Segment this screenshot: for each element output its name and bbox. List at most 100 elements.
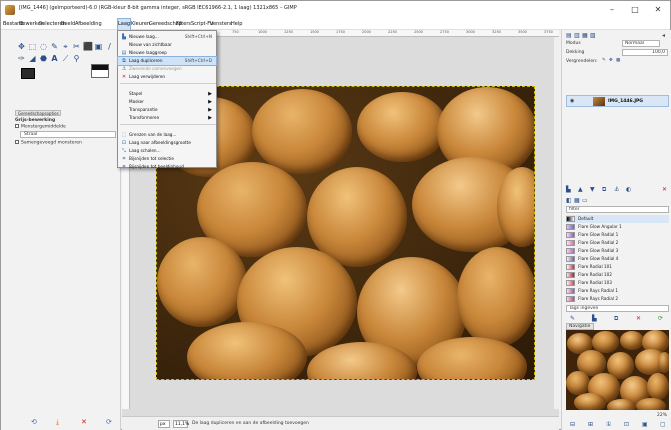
gradient-item[interactable]: Flare Glow Radial 3	[566, 247, 669, 255]
navigator-preview[interactable]	[566, 330, 669, 410]
checkbox-icon[interactable]	[15, 124, 19, 128]
menu-item[interactable]: ⤡ Laag schalen...	[118, 147, 216, 155]
smudge-tool-icon[interactable]: ◢	[28, 54, 37, 63]
menu-item[interactable]: ▙ Nieuwe laag... Shift+Ctrl+N	[118, 33, 216, 41]
maximize-button[interactable]: □	[624, 3, 646, 17]
tags-field[interactable]: Tags ingeven	[566, 305, 669, 312]
submenu-item[interactable]: Masker ▶	[118, 98, 216, 106]
refresh-gradient-icon[interactable]: ⟳	[658, 315, 663, 322]
menu-vensters[interactable]: Vensters	[210, 21, 232, 27]
restore-options-icon[interactable]: ⤓	[56, 418, 59, 427]
zoom-out-icon[interactable]: ⊟	[570, 421, 575, 428]
visibility-eye-icon[interactable]: ◉	[570, 98, 574, 104]
menu-item[interactable]: ⌗ Bijsnijden tot selectie	[118, 155, 216, 163]
delete-layer-icon[interactable]: ✕	[662, 186, 667, 193]
delete-gradient-icon[interactable]: ✕	[636, 315, 641, 322]
gradient-item[interactable]: Default	[566, 215, 669, 223]
submenu-item[interactable]: Stapel ▶	[118, 90, 216, 98]
shrink-wrap-icon[interactable]: ▣	[642, 421, 648, 428]
menu-laag[interactable]: Laag	[116, 18, 132, 31]
menu-filters[interactable]: Filters	[176, 21, 191, 27]
foreground-color-swatch[interactable]	[21, 68, 35, 79]
close-button[interactable]: ✕	[647, 3, 669, 17]
menu-item[interactable]: ⧉ Laag dupliceren Shift+Ctrl+D	[117, 56, 217, 66]
menu-afbeelding[interactable]: Afbeelding	[75, 21, 102, 27]
menu-item[interactable]: ⚓ Zwevende samenvoegen	[118, 65, 216, 73]
zoom-100-icon[interactable]: ①	[606, 421, 611, 428]
duplicate-layer-icon[interactable]: ⧉	[602, 186, 606, 194]
patterns-tab-icon[interactable]: ▦	[574, 197, 580, 204]
gradient-item[interactable]: Flare Radial 103	[566, 279, 669, 287]
new-gradient-icon[interactable]: ▙	[592, 315, 597, 322]
checkbox-icon[interactable]	[15, 140, 19, 144]
sample-merged-option[interactable]: Samengevoegd monsteren	[15, 140, 82, 146]
brushes-tab-icon[interactable]: ◧	[566, 197, 572, 204]
vertical-scrollbar[interactable]	[554, 37, 559, 409]
active-brush-preview[interactable]	[91, 64, 109, 78]
raise-layer-icon[interactable]: ▲	[578, 186, 583, 193]
rect-select-tool-icon[interactable]: ⬚	[28, 42, 37, 51]
gradient-item[interactable]: Flare Radial 102	[566, 271, 669, 279]
delete-options-icon[interactable]: ✕	[81, 418, 87, 426]
layers-tab-icon[interactable]: ▤	[566, 32, 572, 39]
zoom-tool-icon[interactable]: ⚲	[72, 54, 81, 63]
fill-window-icon[interactable]: ▢	[660, 421, 666, 428]
color-picker-tool-icon[interactable]: ⌖	[61, 42, 70, 51]
scissors-tool-icon[interactable]: ✂	[72, 42, 81, 51]
gradient-item[interactable]: Flare Glow Radial 4	[566, 255, 669, 263]
path-tool-icon[interactable]: ⟋	[61, 54, 70, 63]
menu-item[interactable]: ⊡ Laag naar afbeeldingsgrootte	[118, 139, 216, 147]
undo-tab-icon[interactable]: ▧	[590, 32, 596, 39]
tab-tool-options[interactable]: Gereedschapsopties	[15, 110, 61, 116]
menu-item[interactable]: ⬚ Grenzen van de laag...	[118, 131, 216, 139]
menu-help[interactable]: Help	[231, 21, 242, 27]
text-tool-icon[interactable]: A	[50, 54, 59, 63]
channels-tab-icon[interactable]: ▥	[574, 32, 580, 39]
pencil-tool-icon[interactable]: /	[105, 42, 114, 51]
menu-item[interactable]: Nieuw van zichtbaar	[118, 41, 216, 49]
menu-beeld[interactable]: Beeld	[61, 21, 75, 27]
edit-gradient-icon[interactable]: ✎	[570, 315, 575, 322]
sample-average-option[interactable]: Monstergemiddelde	[15, 124, 66, 130]
paths-tab-icon[interactable]: ▦	[582, 32, 588, 39]
lock-alpha-icon[interactable]: ▩	[616, 58, 620, 63]
anchor-layer-icon[interactable]: ⚓	[614, 186, 619, 193]
menu-item[interactable]: ✕ Laag verwijderen	[118, 73, 216, 81]
gradient-item[interactable]: Flare Glow Radial 1	[566, 231, 669, 239]
gradient-filter-field[interactable]: filter	[566, 206, 669, 213]
mode-select[interactable]: Normaal	[622, 40, 660, 47]
submenu-item[interactable]: Transformeren ▶	[118, 114, 216, 122]
duplicate-gradient-icon[interactable]: ⧉	[614, 315, 618, 323]
paint-tool-icon[interactable]: ✎	[50, 42, 59, 51]
zoom-in-icon[interactable]: ⊞	[588, 421, 593, 428]
gradients-tab-icon[interactable]: ▭	[582, 197, 588, 204]
menu-kleuren[interactable]: Kleuren	[131, 21, 150, 27]
menu-item[interactable]: ⌗ Bijsnijden tot beeldinhoud	[118, 163, 216, 171]
gradient-item[interactable]: Flare Glow Angular 1	[566, 223, 669, 231]
menu-item[interactable]: ▤ Nieuwe laaggroep	[118, 49, 216, 57]
zoom-select[interactable]: 11,1%	[173, 420, 189, 428]
gradient-item[interactable]: Flare Glow Radial 2	[566, 239, 669, 247]
lasso-tool-icon[interactable]: ◌	[39, 42, 48, 51]
radius-select[interactable]: Straal	[20, 131, 116, 138]
crop-tool-icon[interactable]: ▣	[94, 42, 103, 51]
gradient-item[interactable]: Flare Radial 101	[566, 263, 669, 271]
minimize-button[interactable]: –	[601, 3, 623, 17]
mask-layer-icon[interactable]: ◐	[626, 186, 631, 193]
move-tool-icon[interactable]: ✥	[17, 42, 26, 51]
lower-layer-icon[interactable]: ▼	[590, 186, 595, 193]
reset-options-icon[interactable]: ⟳	[106, 418, 112, 426]
dock-menu-icon[interactable]: ◂	[662, 32, 665, 39]
lock-position-icon[interactable]: ✥	[609, 58, 613, 63]
layer-row[interactable]: ◉ IMG_1446.JPG	[566, 95, 669, 107]
unit-select[interactable]: px	[158, 420, 170, 428]
tab-navigator[interactable]: Navigatie	[566, 323, 594, 330]
gradient-item[interactable]: Flare Rays Radial 1	[566, 287, 669, 295]
save-options-icon[interactable]: ⟲	[31, 418, 37, 426]
warp-tool-icon[interactable]: ⬣	[39, 54, 48, 63]
fit-image-icon[interactable]: ⊡	[624, 421, 629, 428]
new-layer-icon[interactable]: ▙	[566, 186, 571, 193]
gradient-item[interactable]: Flare Rays Radial 2	[566, 295, 669, 303]
lock-pixels-icon[interactable]: ✎	[602, 58, 606, 63]
fill-tool-icon[interactable]: ⬛	[83, 42, 93, 51]
